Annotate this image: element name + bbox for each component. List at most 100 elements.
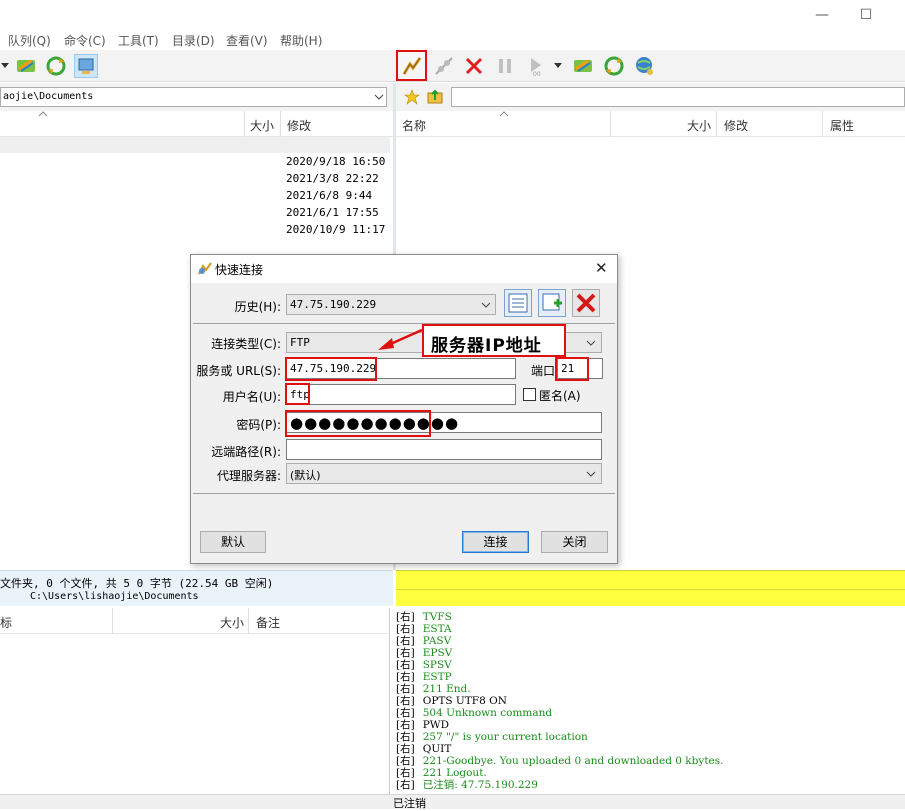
folder-up-icon[interactable] bbox=[426, 88, 444, 106]
minimize-button[interactable]: — bbox=[812, 6, 832, 24]
status-bar: 已注销 bbox=[0, 794, 905, 810]
menu-view[interactable]: 查看(V) bbox=[226, 32, 268, 49]
local-status-path: C:\Users\lishaojie\Documents bbox=[30, 591, 199, 602]
log-text: 221-Goodbye. You uploaded 0 and download… bbox=[422, 755, 724, 767]
log-line: [右] 211 End. bbox=[396, 683, 471, 695]
log-tag: 右 bbox=[400, 743, 411, 755]
username-label: 用户名(U): bbox=[222, 390, 281, 404]
log-text: QUIT bbox=[422, 743, 452, 755]
local-path-input[interactable]: aojie\Documents bbox=[0, 87, 387, 107]
column-separator bbox=[822, 111, 823, 137]
history-list-button[interactable] bbox=[504, 289, 532, 317]
log-pane[interactable]: [右] TVFS [右] ESTA [右] PASV [右] EPSV [右] SPSV [右] ES… bbox=[389, 608, 905, 794]
refresh-icon[interactable] bbox=[602, 54, 626, 78]
col-modified[interactable]: 修改 bbox=[287, 117, 311, 134]
menu-queue[interactable]: 队列(Q) bbox=[8, 32, 51, 49]
log-tag: 右 bbox=[400, 719, 411, 731]
local-status-summary: 文件夹, 0 个文件, 共 5 0 字节 (22.54 GB 空闲) bbox=[0, 577, 274, 590]
quick-connect-icon[interactable] bbox=[396, 50, 427, 81]
dropdown-arrow-icon[interactable] bbox=[0, 54, 10, 78]
password-label: 密码(P): bbox=[236, 418, 281, 432]
anonymous-checkbox[interactable] bbox=[523, 388, 536, 401]
log-line: [右] ESTA bbox=[396, 623, 452, 635]
log-text: PWD bbox=[422, 719, 449, 731]
divider bbox=[193, 493, 615, 494]
play-icon[interactable]: 00 bbox=[524, 54, 548, 78]
menu-bar: 队列(Q) 命令(C) 工具(T) 目录(D) 查看(V) 帮助(H) bbox=[0, 30, 905, 50]
refresh-icon[interactable] bbox=[44, 54, 68, 78]
menu-command[interactable]: 命令(C) bbox=[64, 32, 106, 49]
quick-connect-icon bbox=[198, 262, 212, 275]
log-line: [右] 已注销: 47.75.190.229 bbox=[396, 779, 538, 791]
site-manager-icon[interactable] bbox=[74, 54, 98, 78]
default-button[interactable]: 默认 bbox=[200, 531, 266, 553]
col-modified[interactable]: 修改 bbox=[724, 117, 748, 134]
local-status: 文件夹, 0 个文件, 共 5 0 字节 (22.54 GB 空闲) C:\Us… bbox=[0, 570, 393, 606]
log-text: 已注销: 47.75.190.229 bbox=[422, 779, 538, 791]
transfer-icon[interactable] bbox=[571, 54, 595, 78]
cancel-icon[interactable] bbox=[462, 54, 486, 78]
log-line: [右] ESTP bbox=[396, 671, 452, 683]
delete-history-button[interactable] bbox=[572, 289, 600, 317]
log-tag: 右 bbox=[400, 623, 411, 635]
remote-path-field[interactable] bbox=[286, 439, 602, 460]
log-tag: 右 bbox=[400, 671, 411, 683]
dialog-title-bar: 快速连接 ✕ bbox=[191, 255, 617, 283]
maximize-button[interactable]: ☐ bbox=[856, 6, 876, 24]
log-text: 221 Logout. bbox=[422, 767, 487, 779]
log-line: [右] OPTS UTF8 ON bbox=[396, 695, 507, 707]
col-size[interactable]: 大小 bbox=[687, 117, 711, 134]
list-item-parent[interactable] bbox=[0, 137, 390, 153]
username-input[interactable]: ftp bbox=[286, 384, 516, 405]
log-text: ESTP bbox=[422, 671, 452, 683]
col-name[interactable]: 名称 bbox=[402, 117, 426, 134]
log-text: 257 "/" is your current location bbox=[422, 731, 588, 743]
connect-button[interactable]: 连接 bbox=[462, 531, 529, 553]
server-label: 服务或 URL(S): bbox=[196, 364, 281, 378]
log-text: ESTA bbox=[422, 623, 452, 635]
menu-directory[interactable]: 目录(D) bbox=[172, 32, 215, 49]
close-button[interactable]: 关闭 bbox=[541, 531, 608, 553]
status-line bbox=[396, 589, 905, 590]
star-icon[interactable] bbox=[404, 89, 420, 105]
pause-icon[interactable] bbox=[493, 54, 517, 78]
highlight-box bbox=[285, 383, 310, 405]
file-modified: 2020/9/18 16:50 bbox=[286, 155, 386, 168]
anonymous-label[interactable]: 匿名(A) bbox=[539, 387, 581, 404]
add-favorite-button[interactable] bbox=[538, 289, 566, 317]
history-label: 历史(H): bbox=[234, 300, 281, 314]
dialog-close-icon[interactable]: ✕ bbox=[595, 259, 608, 277]
annotation-callout: 服务器IP地址 bbox=[422, 324, 566, 357]
remote-status bbox=[396, 570, 905, 606]
local-column-header: 大小 修改 bbox=[0, 111, 393, 137]
column-separator bbox=[716, 111, 717, 137]
queue-col-target[interactable]: 标 bbox=[0, 614, 12, 631]
log-line: [右] TVFS bbox=[396, 611, 452, 623]
col-attributes[interactable]: 属性 bbox=[830, 117, 854, 134]
remote-path-input[interactable] bbox=[451, 87, 905, 107]
log-line: [右] 221 Logout. bbox=[396, 767, 487, 779]
log-text: PASV bbox=[422, 635, 452, 647]
log-text: SPSV bbox=[422, 659, 452, 671]
disconnect-icon[interactable] bbox=[432, 54, 456, 78]
history-value: 47.75.190.229 bbox=[290, 298, 377, 311]
annotation-text: 服务器IP地址 bbox=[431, 336, 542, 356]
menu-help[interactable]: 帮助(H) bbox=[280, 32, 322, 49]
proxy-select[interactable]: (默认) bbox=[286, 463, 602, 484]
queue-col-note[interactable]: 备注 bbox=[256, 614, 280, 631]
log-line: [右] PASV bbox=[396, 635, 452, 647]
add-icon bbox=[542, 293, 562, 311]
col-size[interactable]: 大小 bbox=[250, 117, 274, 134]
queue-col-size[interactable]: 大小 bbox=[220, 614, 244, 631]
log-tag: 右 bbox=[400, 755, 411, 767]
highlight-box bbox=[285, 357, 377, 381]
log-line: [右] 504 Unknown command bbox=[396, 707, 553, 719]
toolbar: 00 bbox=[0, 50, 905, 82]
dropdown-arrow-icon[interactable] bbox=[552, 54, 564, 78]
log-line: [右] 221-Goodbye. You uploaded 0 and downl… bbox=[396, 755, 724, 767]
transfer-icon[interactable] bbox=[14, 54, 38, 78]
menu-tools[interactable]: 工具(T) bbox=[118, 32, 159, 49]
globe-icon[interactable] bbox=[633, 54, 657, 78]
chevron-down-icon[interactable] bbox=[374, 94, 384, 101]
history-select[interactable]: 47.75.190.229 bbox=[286, 294, 496, 315]
